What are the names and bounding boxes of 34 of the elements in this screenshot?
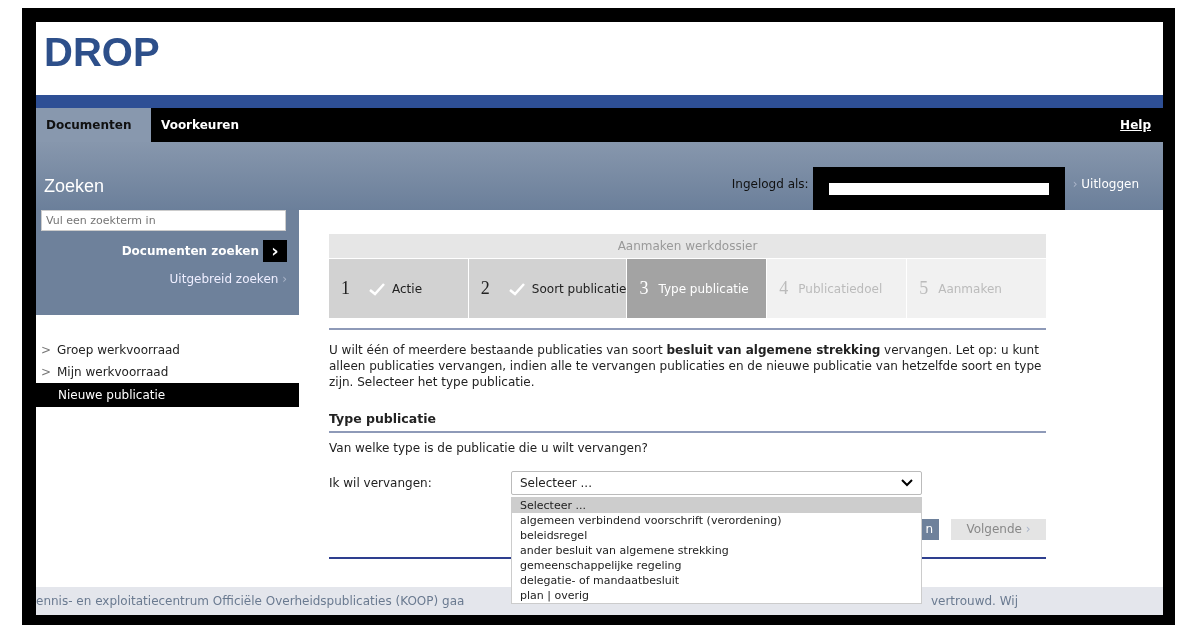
checkmark-icon — [507, 281, 526, 296]
advanced-search-link[interactable]: Uitgebreid zoeken › — [169, 270, 287, 288]
dropdown-option[interactable]: beleidsregel — [512, 527, 921, 543]
dropdown-option[interactable]: algemeen verbindend voorschrift (verordening) — [512, 512, 921, 528]
nav-tab[interactable]: Documenten — [36, 108, 151, 142]
select-field[interactable]: Selecteer ... — [511, 470, 922, 495]
wizard-title: Aanmaken werkdossier — [329, 234, 1046, 258]
logout-link[interactable]: › Uitloggen — [1068, 174, 1163, 193]
dropdown-option[interactable]: plan | overig — [512, 587, 921, 603]
chevron-button[interactable]: › — [263, 240, 287, 262]
help-link[interactable]: Help — [1108, 108, 1163, 142]
search-button[interactable]: Documenten zoeken — [121, 242, 259, 260]
sidebar-item[interactable]: Nieuwe publicatie — [36, 383, 299, 407]
logo: DROP — [44, 32, 160, 72]
search-title: Zoeken — [44, 175, 105, 198]
logged-in-label: Ingelogd als: — [731, 175, 809, 193]
dropdown-option[interactable]: ander besluit van algemene strekking — [512, 542, 921, 558]
wizard-step[interactable]: 1 Actie — [329, 259, 468, 318]
dropdown-option[interactable]: Selecteer ... — [512, 497, 921, 513]
checkmark-icon — [368, 281, 386, 296]
footer-text: ennis- en exploitatiecentrum Officiële Overheidspublicaties (KOOP) gaa — [36, 593, 465, 610]
question-text: Van welke type is de publicatie die u wilt vervangen? — [329, 439, 649, 457]
wizard-step[interactable]: 2 Soort publicatie — [468, 259, 627, 318]
field-label: Ik wil vervangen: — [329, 474, 433, 492]
sidebar-item[interactable]: > Groep werkvoorraad — [36, 339, 299, 361]
intro-paragraph: U wilt één of meerdere bestaande publicaties van soort besluit van algemene strekking vervangen. Let op: u kunt alleen publicaties vervangen, indien alle te vervangen publicaties en de nieuwe publicatie van hetzelfde soort en type zijn. Selecteer het type publicatie. — [329, 342, 1043, 390]
section-heading: Type publicatie — [329, 410, 1046, 433]
search-field[interactable]: Vul een zoekterm in — [41, 210, 286, 231]
dropdown-option[interactable]: gemeenschappelijke regeling — [512, 557, 921, 573]
dropdown-option[interactable]: delegatie- of mandaatbesluit — [512, 572, 921, 588]
chevron-down-icon — [901, 478, 913, 487]
nav-tab[interactable]: Voorkeuren — [151, 108, 249, 142]
footer-text: vertrouwd. Wij — [930, 593, 1018, 610]
sidebar-item[interactable]: > Mijn werkvoorraad — [36, 361, 299, 383]
